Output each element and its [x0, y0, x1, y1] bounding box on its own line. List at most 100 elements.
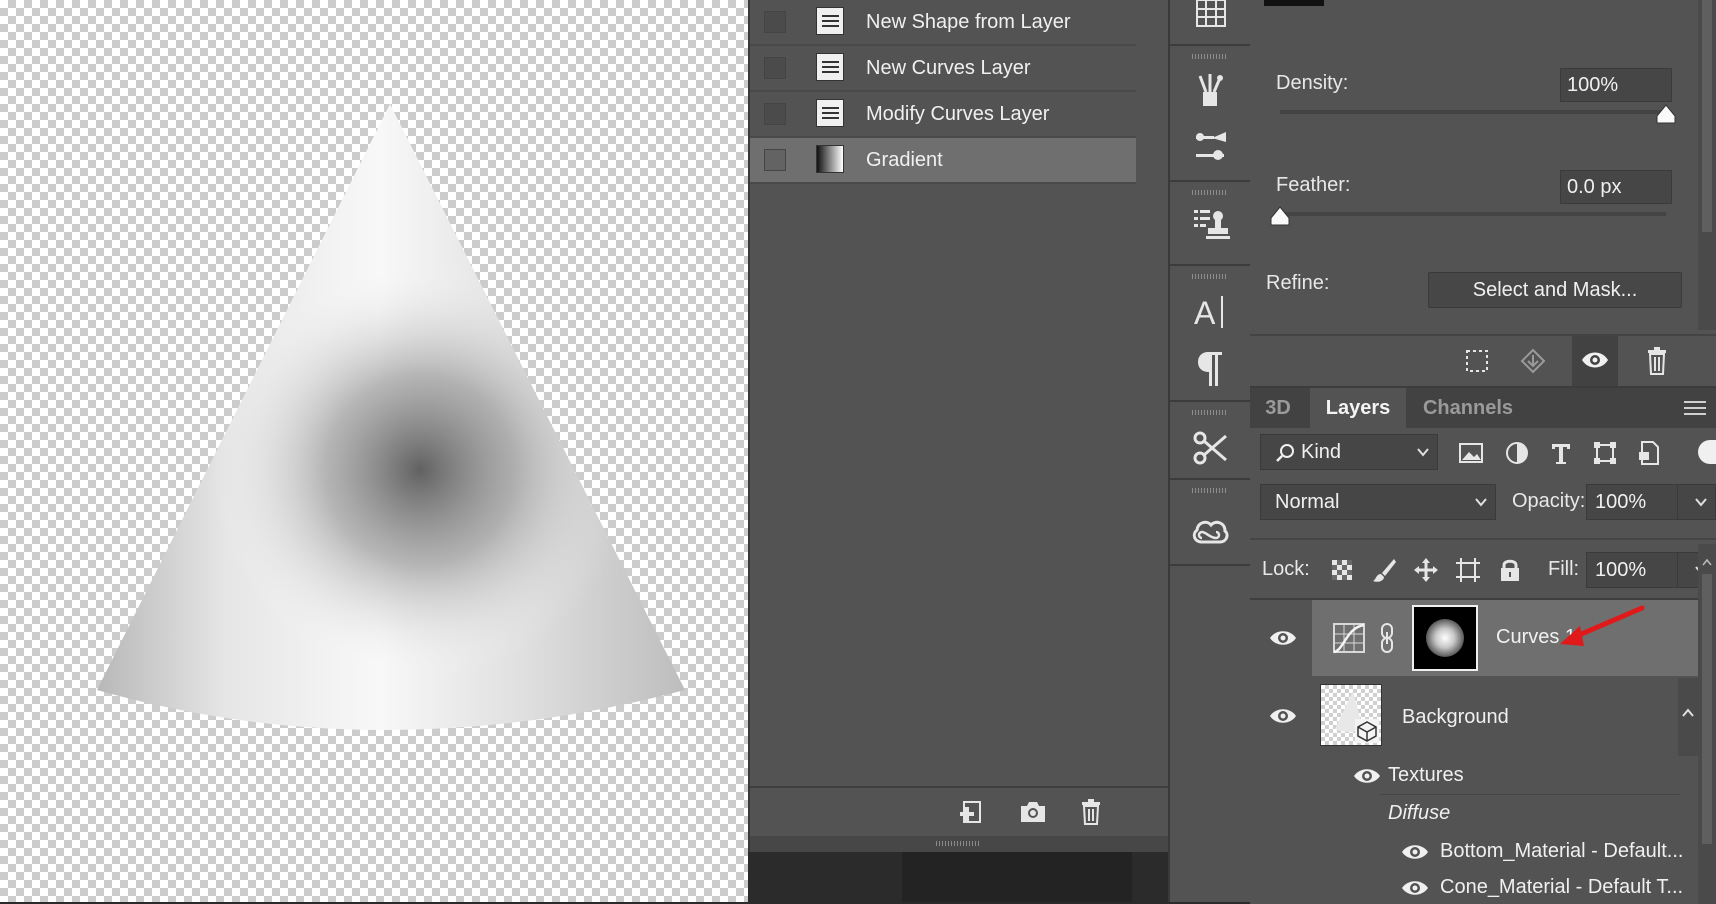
svg-text:A: A — [1194, 295, 1216, 331]
link-icon[interactable] — [1380, 622, 1394, 654]
history-panel: New Shape from Layer New Curves Layer Mo… — [748, 0, 1168, 852]
history-snapshot-checkbox[interactable] — [764, 57, 786, 79]
gradient-icon — [816, 145, 844, 173]
layer-mask-thumbnail[interactable] — [1412, 605, 1478, 671]
creative-cloud-icon[interactable] — [1190, 512, 1230, 552]
density-slider-thumb[interactable] — [1656, 104, 1676, 124]
fill-label: Fill: — [1548, 558, 1580, 580]
brush-settings-icon[interactable] — [1190, 128, 1230, 168]
type-filter-icon[interactable] — [1546, 438, 1576, 468]
clone-source-icon[interactable] — [1190, 204, 1230, 244]
sublayer-cone-material[interactable]: Cone_Material - Default T... — [1250, 872, 1698, 904]
properties-footer — [1250, 334, 1716, 386]
chevron-down-icon — [1695, 498, 1707, 507]
blend-mode-label: Normal — [1275, 491, 1340, 513]
document-icon — [816, 53, 844, 81]
collapse-toggle[interactable] — [1678, 678, 1698, 756]
opacity-value: 100% — [1595, 491, 1647, 513]
chevron-down-icon — [1475, 498, 1487, 507]
tool-presets-icon[interactable] — [1190, 428, 1230, 468]
new-document-from-state-icon[interactable] — [958, 798, 988, 826]
filter-kind-select[interactable]: Kind — [1260, 434, 1438, 470]
history-snapshot-checkbox[interactable] — [764, 11, 786, 33]
history-item-new-shape-from-layer[interactable]: New Shape from Layer — [750, 0, 1136, 46]
character-icon[interactable]: A — [1190, 292, 1230, 332]
scroll-up-icon[interactable] — [1702, 558, 1712, 566]
cone-render — [97, 104, 685, 730]
layers-panel: 3D Layers Channels Kind Normal Opacity: — [1250, 386, 1716, 904]
lock-all-icon[interactable] — [1496, 556, 1524, 584]
adjustment-filter-icon[interactable] — [1502, 438, 1532, 468]
sublayer-bottom-material[interactable]: Bottom_Material - Default... — [1250, 834, 1698, 870]
panel-icon-strip: A — [1168, 0, 1252, 902]
feather-label: Feather: — [1276, 174, 1351, 196]
eye-icon[interactable] — [1268, 628, 1298, 648]
load-selection-icon[interactable] — [1462, 346, 1492, 376]
eye-icon[interactable] — [1400, 842, 1430, 862]
mask-thumbnail — [1264, 0, 1324, 6]
fill-value: 100% — [1595, 559, 1647, 581]
apply-mask-icon[interactable] — [1518, 346, 1548, 376]
density-field[interactable]: 100% — [1560, 68, 1672, 102]
density-slider[interactable] — [1280, 110, 1666, 114]
history-footer — [750, 786, 1168, 836]
sublayer-textures[interactable]: Textures — [1250, 758, 1698, 794]
panel-resize-grip[interactable] — [750, 836, 1168, 852]
trash-icon[interactable] — [1642, 346, 1672, 376]
fill-field[interactable]: 100% — [1586, 552, 1716, 588]
image-filter-icon[interactable] — [1456, 438, 1486, 468]
eye-icon — [1582, 352, 1608, 368]
lock-transparent-pixels-icon[interactable] — [1328, 556, 1356, 584]
grid-table-icon[interactable] — [1190, 0, 1230, 40]
eye-icon[interactable] — [1400, 878, 1430, 898]
paragraph-icon[interactable] — [1190, 348, 1230, 388]
sublayer-diffuse[interactable]: Diffuse — [1250, 796, 1698, 832]
eye-icon[interactable] — [1268, 706, 1298, 726]
lock-position-icon[interactable] — [1412, 556, 1440, 584]
feather-slider-thumb[interactable] — [1270, 206, 1290, 226]
history-item-new-curves-layer[interactable]: New Curves Layer — [750, 46, 1136, 92]
tab-3d[interactable]: 3D — [1250, 388, 1306, 428]
tab-channels[interactable]: Channels — [1408, 388, 1528, 428]
panel-menu-icon[interactable] — [1684, 400, 1706, 416]
brushes-icon[interactable] — [1190, 70, 1230, 110]
tab-layers[interactable]: Layers — [1310, 388, 1406, 428]
mask-visibility-cell[interactable] — [1572, 336, 1618, 386]
layer-row-curves-1[interactable]: Curves 1 — [1250, 600, 1698, 676]
feather-field[interactable]: 0.0 px — [1560, 170, 1672, 204]
lock-artboard-icon[interactable] — [1454, 556, 1482, 584]
camera-icon[interactable] — [1018, 798, 1048, 826]
smart-object-filter-icon[interactable] — [1634, 438, 1664, 468]
history-snapshot-checkbox[interactable] — [764, 103, 786, 125]
document-canvas[interactable] — [0, 0, 748, 902]
opacity-field[interactable]: 100% — [1586, 484, 1716, 520]
shape-filter-icon[interactable] — [1590, 438, 1620, 468]
chevron-up-icon — [1682, 708, 1694, 717]
filter-toggle[interactable] — [1698, 440, 1716, 464]
history-item-modify-curves-layer[interactable]: Modify Curves Layer — [750, 92, 1136, 138]
layer-row-background[interactable]: Background — [1250, 678, 1698, 756]
lock-image-pixels-icon[interactable] — [1370, 556, 1398, 584]
trash-icon[interactable] — [1076, 798, 1106, 826]
sublayer-name: Cone_Material - Default T... — [1440, 876, 1684, 898]
history-snapshot-checkbox[interactable] — [764, 149, 786, 171]
3d-cube-icon — [1355, 719, 1379, 743]
history-item-label: Modify Curves Layer — [866, 103, 1050, 125]
document-icon — [816, 99, 844, 127]
eye-icon[interactable] — [1352, 766, 1382, 786]
chevron-down-icon — [1417, 448, 1429, 457]
properties-scrollbar[interactable] — [1698, 0, 1716, 330]
workspace-background — [902, 852, 1132, 902]
layer-name[interactable]: Background — [1402, 706, 1509, 729]
properties-panel: Density: 100% Feather: 0.0 px Refine: Se… — [1250, 0, 1716, 386]
layer-thumbnail[interactable] — [1320, 684, 1382, 746]
annotation-arrow-icon — [1560, 605, 1645, 646]
select-and-mask-button[interactable]: Select and Mask... — [1428, 272, 1682, 308]
blend-mode-select[interactable]: Normal — [1260, 484, 1496, 520]
layers-scrollbar[interactable] — [1698, 544, 1716, 904]
panel-tabs: 3D Layers Channels — [1250, 388, 1716, 428]
feather-slider[interactable] — [1280, 212, 1666, 216]
history-item-gradient[interactable]: Gradient — [750, 138, 1136, 184]
opacity-label: Opacity: — [1512, 490, 1586, 512]
history-item-label: New Curves Layer — [866, 57, 1031, 79]
